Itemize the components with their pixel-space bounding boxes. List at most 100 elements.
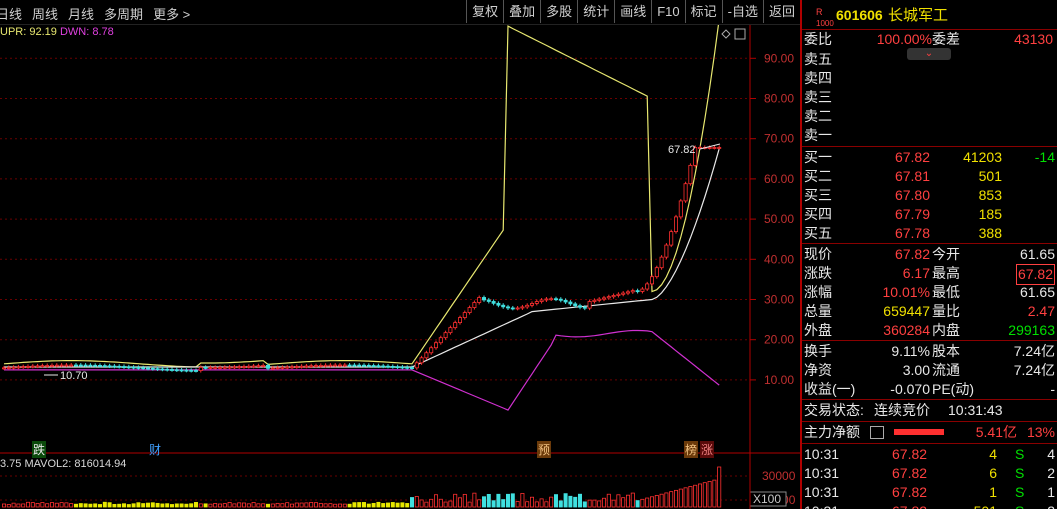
volume-bars (2, 467, 720, 507)
buy-level-row: 买三 67.80 853 (802, 186, 1057, 205)
tab-monthly[interactable]: 月线 (68, 4, 94, 23)
marker-cai[interactable]: 财 (148, 441, 162, 458)
quote-label: 涨幅 (804, 283, 832, 302)
weibi-label: 委比 (804, 30, 832, 49)
volume-bar (425, 502, 428, 507)
volume-bar (569, 496, 572, 507)
volume-bar (55, 503, 58, 507)
fuquan-button[interactable]: 复权 (466, 0, 503, 23)
stock-name: 长城军工 (888, 6, 948, 25)
volume-bar (487, 494, 490, 507)
divider (802, 243, 1057, 244)
candle-body (602, 298, 605, 299)
candle-body (377, 366, 380, 367)
quote-row: 涨幅 10.01% 最低 61.65 (802, 283, 1057, 302)
volume-bar (334, 504, 337, 507)
volume-bar (310, 502, 313, 507)
marker-bang[interactable]: 榜 (684, 441, 698, 458)
volume-bar (209, 504, 212, 507)
overlay-button[interactable]: 叠加 (503, 0, 540, 23)
volume-bar (713, 480, 716, 507)
candle-body (247, 366, 250, 367)
candle-body (554, 299, 557, 300)
volume-bar (622, 498, 625, 507)
tab-weekly[interactable]: 周线 (32, 4, 58, 23)
volume-bar (175, 504, 178, 507)
volume-tick-label: 30000 (762, 469, 796, 483)
candle-body (84, 365, 87, 366)
buy-level-row: 买五 67.78 388 (802, 224, 1057, 243)
candle-body (329, 365, 332, 366)
price-tick-label: 10.00 (764, 373, 794, 387)
volume-bar (588, 500, 591, 507)
mark-button[interactable]: 标记 (685, 0, 722, 23)
volume-bar (266, 504, 269, 507)
volume-bar (233, 504, 236, 507)
candle-body (526, 305, 529, 307)
volume-bar (338, 504, 341, 507)
sell-4-label: 卖四 (804, 69, 832, 88)
tick-count: 2 (1047, 464, 1055, 483)
main-flow-pct: 13% (1027, 423, 1055, 442)
volume-bar (228, 502, 231, 507)
volume-bar (362, 502, 365, 507)
marker-zhang[interactable]: 涨 (700, 441, 714, 458)
tick-count: 2 (1047, 502, 1055, 509)
multi-stock-button[interactable]: 多股 (540, 0, 577, 23)
tab-more[interactable]: 更多 > (153, 4, 190, 23)
candle-body (324, 365, 327, 366)
volume-bar (718, 467, 721, 507)
buy-level-row: 买一 67.82 41203 -14 (802, 148, 1057, 167)
volume-bar (60, 503, 63, 507)
tick-time: 10:31 (804, 483, 839, 502)
candle-body (228, 367, 231, 368)
quote-row: 涨跌 6.17 最高 67.82 (802, 264, 1057, 283)
tab-multi-period[interactable]: 多周期 (104, 4, 143, 23)
divider (802, 443, 1057, 444)
quote-value-2: 299163 (1008, 321, 1055, 340)
candle-body (550, 299, 553, 300)
volume-bar (694, 485, 697, 507)
tick-side: S (1015, 445, 1024, 464)
candle-body (194, 370, 197, 371)
candle-body (214, 367, 217, 368)
marker-die[interactable]: 跌 (32, 441, 46, 458)
candle-body (583, 307, 586, 308)
quote-label: 涨跌 (804, 264, 832, 283)
volume-bar (122, 504, 125, 507)
volume-bar (17, 504, 20, 507)
candle-body (305, 366, 308, 367)
marker-yu[interactable]: 预 (537, 441, 551, 458)
candle-body (223, 367, 226, 368)
tick-price: 67.82 (892, 483, 927, 502)
volume-bar (132, 504, 135, 507)
quote-value: 6.17 (903, 264, 930, 283)
volume-bar (247, 504, 250, 507)
candle-body (506, 307, 509, 308)
candle-body (180, 370, 183, 371)
volume-bar (636, 501, 639, 507)
volume-bar (194, 502, 197, 507)
candle-body (559, 299, 562, 300)
f10-button[interactable]: F10 (651, 0, 684, 23)
tick-time: 10:31 (804, 502, 839, 509)
candle-body (122, 367, 125, 368)
candle-body (482, 297, 485, 299)
candle-body (622, 293, 625, 294)
fundamental-row: 收益(一) -0.070 PE(动) - (802, 380, 1057, 399)
main-flow-value: 5.41亿 (976, 423, 1017, 442)
kline-chart[interactable]: 90.00 80.00 70.00 60.00 50.00 40.00 30.00 20.00… (0, 25, 800, 509)
volume-bar (617, 495, 620, 507)
stats-button[interactable]: 统计 (577, 0, 614, 23)
list-icon[interactable] (870, 426, 884, 439)
remove-watchlist-button[interactable]: -自选 (722, 0, 763, 23)
volume-bar (526, 502, 529, 507)
back-button[interactable]: 返回 (763, 0, 800, 23)
price-tick-label: 30.00 (764, 293, 794, 307)
volume-bar (180, 504, 183, 507)
volume-bar (113, 504, 116, 507)
tab-daily[interactable]: 日线 (0, 4, 22, 23)
volume-bar (463, 494, 466, 507)
draw-line-button[interactable]: 画线 (614, 0, 651, 23)
candle-body (612, 295, 615, 296)
